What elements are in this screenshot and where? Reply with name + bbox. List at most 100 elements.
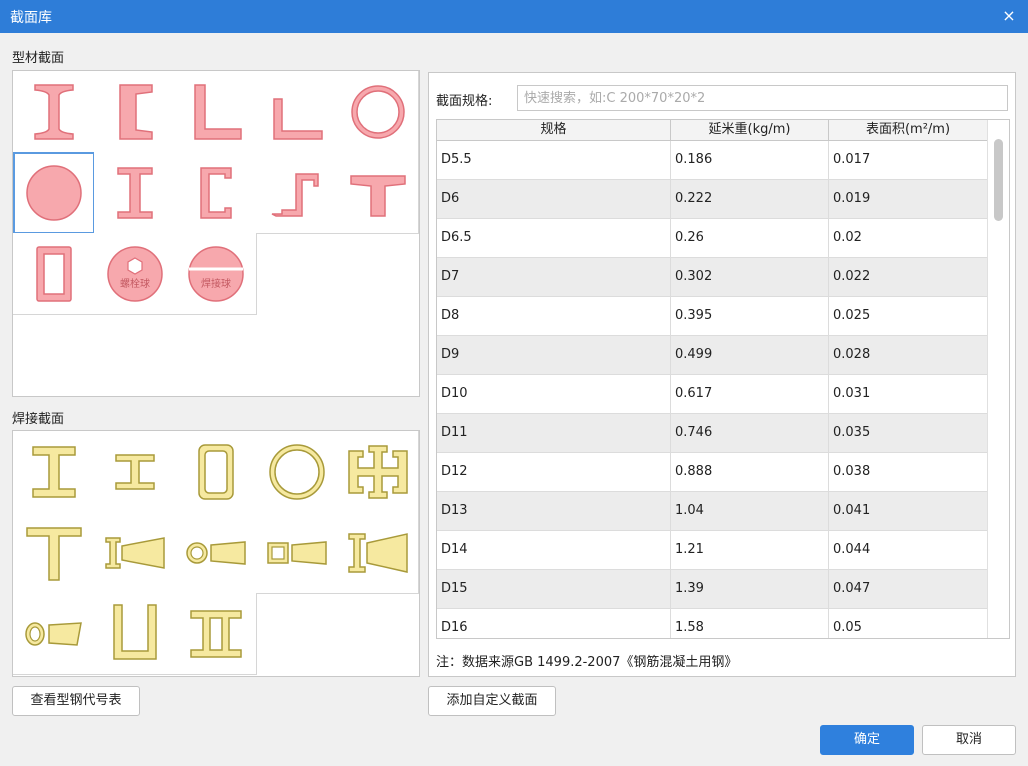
profile-item-weld-ball[interactable]: 焊接球 [175,233,257,315]
weld-section-label: 焊接截面 [12,412,65,427]
cell-surface: 0.022 [829,258,988,296]
add-custom-section-button[interactable]: 添加自定义截面 [428,686,556,716]
cell-weight: 0.395 [671,297,829,335]
weld-item-weld-h-narrow[interactable] [94,431,176,513]
table-row[interactable]: D13 1.04 0.041 [437,492,988,531]
weld-item-weld-double-i[interactable] [175,593,257,675]
table-row[interactable]: D12 0.888 0.038 [437,453,988,492]
cell-surface: 0.038 [829,453,988,491]
weld-item-weld-box[interactable] [175,431,257,513]
table-row[interactable]: D6 0.222 0.019 [437,180,988,219]
profile-item-i-beam[interactable] [13,71,95,153]
close-icon[interactable]: × [998,5,1020,27]
table-row[interactable]: D6.5 0.26 0.02 [437,219,988,258]
table-body: D5.5 0.186 0.017 D6 0.222 0.019 D6.5 0.26 0.02 D7… [437,141,988,638]
cell-surface: 0.019 [829,180,988,218]
profile-item-pipe[interactable] [337,71,419,153]
cell-surface: 0.028 [829,336,988,374]
profile-item-channel[interactable] [94,71,176,153]
weld-tapered-i-2-icon [347,532,408,573]
weld-double-i-icon [189,609,242,658]
profile-item-rectangular-tube[interactable] [13,233,95,315]
weld-item-weld-pipe[interactable] [256,431,338,513]
cell-surface: 0.031 [829,375,988,413]
cell-spec: D8 [437,297,671,335]
cell-weight: 1.04 [671,492,829,530]
profile-item-equal-angle[interactable] [175,71,257,153]
weld-ball-icon: 焊接球 [187,245,244,302]
cell-spec: D12 [437,453,671,491]
cell-surface: 0.041 [829,492,988,530]
cell-surface: 0.02 [829,219,988,257]
rectangular-tube-icon [35,245,72,302]
table-row[interactable]: D11 0.746 0.035 [437,414,988,453]
weld-item-weld-box-tapered[interactable] [256,512,338,594]
cell-weight: 1.58 [671,609,829,638]
table-row[interactable]: D9 0.499 0.028 [437,336,988,375]
weld-item-weld-tapered-i[interactable] [94,512,176,594]
profile-item-z-section[interactable] [256,152,338,234]
cell-surface: 0.05 [829,609,988,638]
cell-spec: D7 [437,258,671,296]
weld-item-weld-u[interactable] [94,593,176,675]
weld-item-weld-pipe-tapered[interactable] [175,512,257,594]
weld-item-weld-h[interactable] [13,431,95,513]
table-row[interactable]: D7 0.302 0.022 [437,258,988,297]
cold-formed-i-icon [116,166,153,219]
weld-item-weld-tapered-i-2[interactable] [337,512,419,594]
bolt-ball-icon: 螺栓球 [106,245,163,302]
data-source-note: 注：数据来源GB 1499.2-2007《钢筋混凝土用钢》 [436,655,738,670]
weld-item-weld-t[interactable] [13,512,95,594]
profile-item-unequal-angle[interactable] [256,71,338,153]
cell-weight: 0.26 [671,219,829,257]
weld-h-narrow-icon [114,453,155,490]
column-header-weight[interactable]: 延米重(kg/m) [671,120,829,140]
pipe-icon [350,84,405,139]
cell-weight: 0.617 [671,375,829,413]
profile-item-cold-formed-channel[interactable] [175,152,257,234]
weld-item-weld-cross[interactable] [337,431,419,513]
profile-item-bolt-ball[interactable]: 螺栓球 [94,233,176,315]
cell-surface: 0.017 [829,141,988,179]
table-row[interactable]: D5.5 0.186 0.017 [437,141,988,180]
bolt-ball-label: 螺栓球 [120,277,150,290]
profile-section-label: 型材截面 [12,51,65,66]
scrollbar-thumb[interactable] [994,139,1003,221]
cancel-button[interactable]: 取消 [922,725,1016,755]
profile-item-t-section[interactable] [337,152,419,234]
cell-weight: 0.186 [671,141,829,179]
weld-cross-icon [347,444,408,499]
table-row[interactable]: D14 1.21 0.044 [437,531,988,570]
cell-weight: 1.21 [671,531,829,569]
profile-item-cold-formed-i[interactable] [94,152,176,234]
cell-weight: 0.746 [671,414,829,452]
table-row[interactable]: D8 0.395 0.025 [437,297,988,336]
search-input[interactable] [517,85,1008,111]
table-row[interactable]: D15 1.39 0.047 [437,570,988,609]
weld-box-icon [197,443,234,500]
table-row[interactable]: D10 0.617 0.031 [437,375,988,414]
table-row[interactable]: D16 1.58 0.05 [437,609,988,638]
profile-section-grid: 螺栓球 焊接球 [12,70,420,397]
profile-item-round-bar[interactable] [13,152,95,234]
equal-angle-icon [193,83,242,140]
weld-h-icon [31,445,76,498]
weld-pipe-icon [268,443,325,500]
round-bar-icon [25,164,82,221]
column-header-spec[interactable]: 规格 [437,120,671,140]
z-section-icon [271,172,319,217]
weld-item-weld-pipe-taper-2[interactable] [13,593,95,675]
view-code-table-button[interactable]: 查看型钢代号表 [12,686,140,716]
window-title: 截面库 [10,10,52,26]
column-header-surface[interactable]: 表面积(m²/m) [829,120,988,140]
ok-button[interactable]: 确定 [820,725,914,755]
cell-surface: 0.035 [829,414,988,452]
cold-formed-channel-icon [199,166,232,219]
table-scrollbar[interactable] [987,120,1009,638]
weld-pipe-taper-2-icon [24,621,82,646]
cell-weight: 0.222 [671,180,829,218]
title-bar: 截面库 × [0,0,1028,33]
cell-spec: D5.5 [437,141,671,179]
cell-spec: D15 [437,570,671,608]
unequal-angle-icon [272,97,323,140]
